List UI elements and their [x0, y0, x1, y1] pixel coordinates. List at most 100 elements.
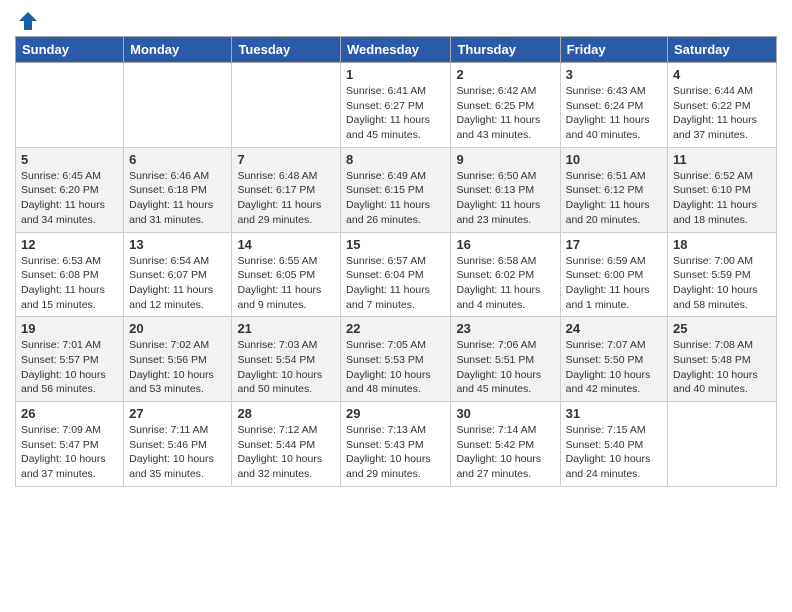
calendar-week-row: 5 Sunrise: 6:45 AM Sunset: 6:20 PM Daylig…: [16, 147, 777, 232]
day-info: Sunrise: 7:12 AM Sunset: 5:44 PM Dayligh…: [237, 423, 335, 482]
calendar-cell: 9 Sunrise: 6:50 AM Sunset: 6:13 PM Daylig…: [451, 147, 560, 232]
day-number: 30: [456, 406, 554, 421]
day-info: Sunrise: 6:48 AM Sunset: 6:17 PM Dayligh…: [237, 169, 335, 228]
day-info: Sunrise: 6:53 AM Sunset: 6:08 PM Dayligh…: [21, 254, 118, 313]
day-info: Sunrise: 6:52 AM Sunset: 6:10 PM Dayligh…: [673, 169, 771, 228]
day-number: 1: [346, 67, 445, 82]
calendar-cell: 13 Sunrise: 6:54 AM Sunset: 6:07 PM Dayli…: [124, 232, 232, 317]
day-number: 16: [456, 237, 554, 252]
day-info: Sunrise: 7:02 AM Sunset: 5:56 PM Dayligh…: [129, 338, 226, 397]
day-info: Sunrise: 7:11 AM Sunset: 5:46 PM Dayligh…: [129, 423, 226, 482]
day-number: 22: [346, 321, 445, 336]
day-number: 5: [21, 152, 118, 167]
logo: [15, 10, 39, 28]
day-info: Sunrise: 6:54 AM Sunset: 6:07 PM Dayligh…: [129, 254, 226, 313]
weekday-header-saturday: Saturday: [668, 37, 777, 63]
weekday-header-row: SundayMondayTuesdayWednesdayThursdayFrid…: [16, 37, 777, 63]
calendar-cell: 12Sunrise: 6:53 AM Sunset: 6:08 PM Dayli…: [16, 232, 124, 317]
calendar-cell: 26 Sunrise: 7:09 AM Sunset: 5:47 PM Dayli…: [16, 402, 124, 487]
calendar-cell: 6Sunrise: 6:46 AM Sunset: 6:18 PM Daylig…: [124, 147, 232, 232]
day-number: 9: [456, 152, 554, 167]
calendar-cell: 4 Sunrise: 6:44 AM Sunset: 6:22 PM Daylig…: [668, 63, 777, 148]
weekday-header-monday: Monday: [124, 37, 232, 63]
day-number: 27: [129, 406, 226, 421]
day-number: 14: [237, 237, 335, 252]
day-number: 17: [566, 237, 662, 252]
day-info: Sunrise: 6:49 AM Sunset: 6:15 PM Dayligh…: [346, 169, 445, 228]
day-info: Sunrise: 7:13 AM Sunset: 5:43 PM Dayligh…: [346, 423, 445, 482]
day-info: Sunrise: 6:44 AM Sunset: 6:22 PM Dayligh…: [673, 84, 771, 143]
calendar-cell: 15 Sunrise: 6:57 AM Sunset: 6:04 PM Dayli…: [341, 232, 451, 317]
calendar-cell: 5 Sunrise: 6:45 AM Sunset: 6:20 PM Daylig…: [16, 147, 124, 232]
weekday-header-sunday: Sunday: [16, 37, 124, 63]
calendar-cell: 27 Sunrise: 7:11 AM Sunset: 5:46 PM Dayli…: [124, 402, 232, 487]
day-number: 8: [346, 152, 445, 167]
day-info: Sunrise: 6:46 AM Sunset: 6:18 PM Dayligh…: [129, 169, 226, 228]
day-number: 31: [566, 406, 662, 421]
day-info: Sunrise: 7:09 AM Sunset: 5:47 PM Dayligh…: [21, 423, 118, 482]
day-number: 2: [456, 67, 554, 82]
day-number: 20: [129, 321, 226, 336]
day-number: 13: [129, 237, 226, 252]
calendar-cell: [16, 63, 124, 148]
day-info: Sunrise: 6:45 AM Sunset: 6:20 PM Dayligh…: [21, 169, 118, 228]
calendar-cell: 23 Sunrise: 7:06 AM Sunset: 5:51 PM Dayli…: [451, 317, 560, 402]
calendar-cell: 3Sunrise: 6:43 AM Sunset: 6:24 PM Daylig…: [560, 63, 667, 148]
day-number: 26: [21, 406, 118, 421]
calendar-cell: 11 Sunrise: 6:52 AM Sunset: 6:10 PM Dayli…: [668, 147, 777, 232]
calendar-cell: 10Sunrise: 6:51 AM Sunset: 6:12 PM Dayli…: [560, 147, 667, 232]
day-info: Sunrise: 7:03 AM Sunset: 5:54 PM Dayligh…: [237, 338, 335, 397]
calendar-cell: 22 Sunrise: 7:05 AM Sunset: 5:53 PM Dayli…: [341, 317, 451, 402]
day-info: Sunrise: 6:57 AM Sunset: 6:04 PM Dayligh…: [346, 254, 445, 313]
day-info: Sunrise: 6:50 AM Sunset: 6:13 PM Dayligh…: [456, 169, 554, 228]
day-number: 29: [346, 406, 445, 421]
header: [15, 10, 777, 28]
day-number: 24: [566, 321, 662, 336]
calendar-cell: 14 Sunrise: 6:55 AM Sunset: 6:05 PM Dayli…: [232, 232, 341, 317]
weekday-header-friday: Friday: [560, 37, 667, 63]
day-number: 19: [21, 321, 118, 336]
day-number: 15: [346, 237, 445, 252]
calendar-cell: 18 Sunrise: 7:00 AM Sunset: 5:59 PM Dayli…: [668, 232, 777, 317]
calendar-cell: 24Sunrise: 7:07 AM Sunset: 5:50 PM Dayli…: [560, 317, 667, 402]
calendar-week-row: 19Sunrise: 7:01 AM Sunset: 5:57 PM Dayli…: [16, 317, 777, 402]
calendar-cell: 30 Sunrise: 7:14 AM Sunset: 5:42 PM Dayli…: [451, 402, 560, 487]
day-number: 4: [673, 67, 771, 82]
calendar-cell: 16 Sunrise: 6:58 AM Sunset: 6:02 PM Dayli…: [451, 232, 560, 317]
day-number: 18: [673, 237, 771, 252]
calendar-cell: 17 Sunrise: 6:59 AM Sunset: 6:00 PM Dayli…: [560, 232, 667, 317]
calendar-cell: 7 Sunrise: 6:48 AM Sunset: 6:17 PM Daylig…: [232, 147, 341, 232]
day-info: Sunrise: 7:14 AM Sunset: 5:42 PM Dayligh…: [456, 423, 554, 482]
calendar-cell: [668, 402, 777, 487]
calendar-cell: 1Sunrise: 6:41 AM Sunset: 6:27 PM Daylig…: [341, 63, 451, 148]
day-info: Sunrise: 6:55 AM Sunset: 6:05 PM Dayligh…: [237, 254, 335, 313]
day-number: 28: [237, 406, 335, 421]
calendar-cell: 8 Sunrise: 6:49 AM Sunset: 6:15 PM Daylig…: [341, 147, 451, 232]
page-container: SundayMondayTuesdayWednesdayThursdayFrid…: [0, 0, 792, 497]
calendar-cell: 20 Sunrise: 7:02 AM Sunset: 5:56 PM Dayli…: [124, 317, 232, 402]
day-info: Sunrise: 6:51 AM Sunset: 6:12 PM Dayligh…: [566, 169, 662, 228]
calendar-week-row: 1Sunrise: 6:41 AM Sunset: 6:27 PM Daylig…: [16, 63, 777, 148]
weekday-header-thursday: Thursday: [451, 37, 560, 63]
day-info: Sunrise: 6:59 AM Sunset: 6:00 PM Dayligh…: [566, 254, 662, 313]
day-number: 21: [237, 321, 335, 336]
calendar-cell: 28 Sunrise: 7:12 AM Sunset: 5:44 PM Dayli…: [232, 402, 341, 487]
day-info: Sunrise: 7:06 AM Sunset: 5:51 PM Dayligh…: [456, 338, 554, 397]
weekday-header-tuesday: Tuesday: [232, 37, 341, 63]
calendar-cell: 2 Sunrise: 6:42 AM Sunset: 6:25 PM Daylig…: [451, 63, 560, 148]
day-number: 23: [456, 321, 554, 336]
day-number: 11: [673, 152, 771, 167]
logo-icon: [17, 10, 39, 32]
day-number: 25: [673, 321, 771, 336]
day-info: Sunrise: 6:58 AM Sunset: 6:02 PM Dayligh…: [456, 254, 554, 313]
calendar-table: SundayMondayTuesdayWednesdayThursdayFrid…: [15, 36, 777, 487]
calendar-cell: [232, 63, 341, 148]
calendar-cell: [124, 63, 232, 148]
day-number: 7: [237, 152, 335, 167]
day-info: Sunrise: 7:05 AM Sunset: 5:53 PM Dayligh…: [346, 338, 445, 397]
day-info: Sunrise: 7:00 AM Sunset: 5:59 PM Dayligh…: [673, 254, 771, 313]
day-info: Sunrise: 7:08 AM Sunset: 5:48 PM Dayligh…: [673, 338, 771, 397]
weekday-header-wednesday: Wednesday: [341, 37, 451, 63]
calendar-week-row: 12Sunrise: 6:53 AM Sunset: 6:08 PM Dayli…: [16, 232, 777, 317]
day-info: Sunrise: 6:42 AM Sunset: 6:25 PM Dayligh…: [456, 84, 554, 143]
